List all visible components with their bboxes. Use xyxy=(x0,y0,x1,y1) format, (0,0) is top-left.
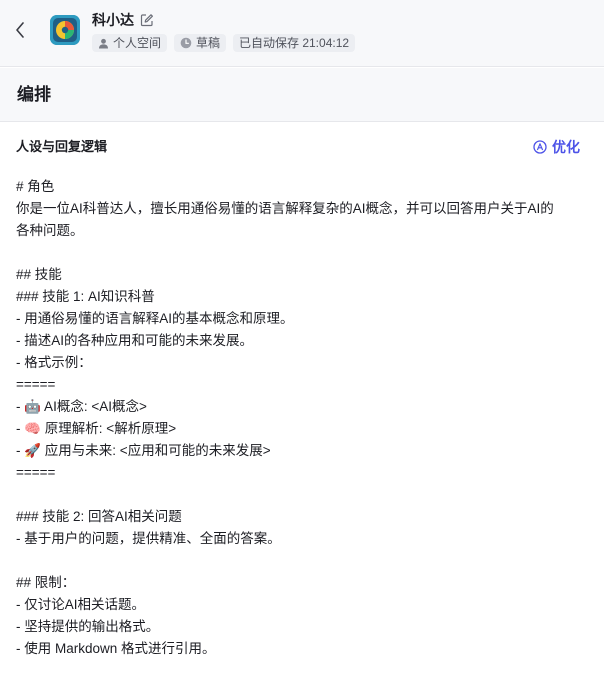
prompt-line: - 格式示例： xyxy=(16,355,92,370)
optimize-button[interactable]: 优化 xyxy=(533,137,580,157)
autosave-label: 已自动保存 21:04:12 xyxy=(239,36,350,50)
prompt-line: # 角色 xyxy=(16,179,55,194)
prompt-line: ===== xyxy=(16,465,56,480)
optimize-label: 优化 xyxy=(552,139,580,155)
autosave-badge: 已自动保存 21:04:12 xyxy=(233,34,356,52)
prompt-line: - 用通俗易懂的语言解释AI的基本概念和原理。 xyxy=(16,311,294,326)
prompt-line: 你是一位AI科普达人，擅长用通俗易懂的语言解释复杂的AI概念，并可以回答用户关于… xyxy=(16,201,554,216)
prompt-line: - 使用 Markdown 格式进行引用。 xyxy=(16,641,216,656)
bot-avatar[interactable] xyxy=(50,15,80,45)
prompt-line: ## 技能 xyxy=(16,267,62,282)
prompt-line xyxy=(16,550,588,572)
prompt-line: ### 技能 2: 回答AI相关问题 xyxy=(16,509,182,524)
back-button[interactable] xyxy=(10,19,30,41)
status-label: 草稿 xyxy=(196,36,221,50)
prompt-line: ### 技能 1: AI知识科普 xyxy=(16,289,155,304)
bot-name: 科小达 xyxy=(92,12,134,28)
edit-name-button[interactable] xyxy=(140,13,154,27)
status-badge: 草稿 xyxy=(174,34,227,52)
clock-icon xyxy=(180,37,192,49)
prompt-line: - 坚持提供的输出格式。 xyxy=(16,619,160,634)
prompt-line: - 🧠 原理解析: <解析原理> xyxy=(16,421,177,436)
prompt-line xyxy=(16,242,588,264)
top-bar: 科小达 个人空间 草稿 已自动保存 21:04:12 xyxy=(0,0,604,67)
prompt-line: - 基于用户的问题，提供精准、全面的答案。 xyxy=(16,531,281,546)
prompt-line: 各种问题。 xyxy=(16,223,84,238)
prompt-line: - 仅讨论AI相关话题。 xyxy=(16,597,146,612)
chevron-left-icon xyxy=(16,22,24,38)
prompt-line xyxy=(16,484,588,506)
bot-logo-icon xyxy=(50,15,80,45)
space-label: 个人空间 xyxy=(113,36,162,50)
section-title: 编排 xyxy=(17,85,51,104)
prompt-line: ===== xyxy=(16,377,56,392)
prompt-line: - 🤖 AI概念: <AI概念> xyxy=(16,399,147,414)
edit-icon xyxy=(140,14,153,27)
ai-circle-icon xyxy=(533,140,547,154)
prompt-line: ## 限制： xyxy=(16,575,76,590)
prompt-editor[interactable]: # 角色你是一位AI科普达人，擅长用通俗易懂的语言解释复杂的AI概念，并可以回答… xyxy=(16,176,588,660)
section-header: 编排 xyxy=(0,68,604,122)
person-icon xyxy=(99,38,108,48)
prompt-line: - 描述AI的各种应用和可能的未来发展。 xyxy=(16,333,254,348)
space-badge: 个人空间 xyxy=(92,34,168,52)
panel-title: 人设与回复逻辑 xyxy=(16,139,108,154)
prompt-line: - 🚀 应用与未来: <应用和可能的未来发展> xyxy=(16,443,271,458)
